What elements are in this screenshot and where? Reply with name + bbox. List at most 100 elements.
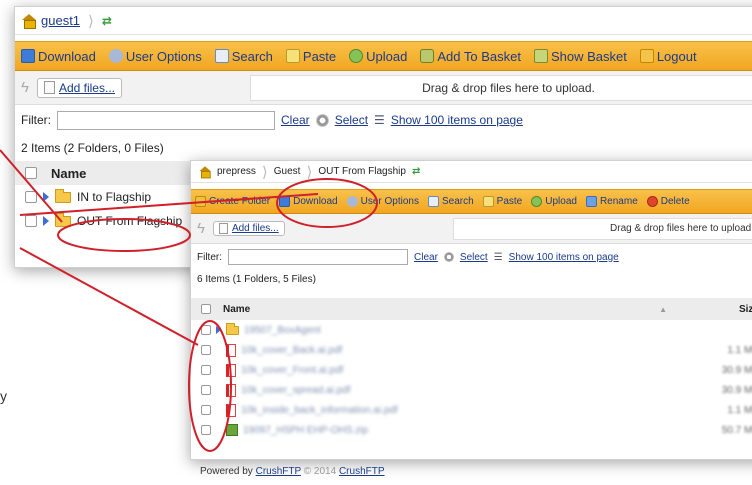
- row-checkbox[interactable]: [201, 365, 211, 375]
- table-header: Name: [15, 161, 190, 185]
- expand-arrow-icon[interactable]: [43, 192, 49, 202]
- row-name[interactable]: 19097_HSPH EHP-OHS.zip: [243, 425, 704, 436]
- row-checkbox[interactable]: [25, 215, 37, 227]
- rename-button[interactable]: Rename: [585, 196, 638, 207]
- breadcrumb-root-link[interactable]: prepress: [217, 166, 256, 177]
- list-icon: ☰: [493, 251, 503, 263]
- breadcrumb-user-link[interactable]: guest1: [41, 13, 80, 28]
- document-icon: [218, 223, 228, 234]
- folder-detail-window: prepress ⟩ Guest ⟩ OUT From Flagship ⇄ C…: [190, 160, 752, 460]
- main-toolbar: Download User Options Search Paste Uploa…: [15, 41, 752, 71]
- footer-brand-link[interactable]: CrushFTP: [256, 466, 301, 477]
- refresh-icon[interactable]: ⇄: [412, 166, 420, 177]
- select-link[interactable]: Select: [460, 252, 488, 263]
- table-row[interactable]: 19507_BoxAgent: [191, 320, 752, 340]
- breadcrumb-home[interactable]: prepress: [197, 165, 256, 179]
- show-items-link[interactable]: Show 100 items on page: [391, 113, 523, 127]
- upload-button[interactable]: Upload: [349, 49, 407, 64]
- bolt-icon: ϟ: [197, 220, 205, 237]
- add-files-link[interactable]: Add files...: [232, 223, 279, 234]
- rename-icon: [585, 196, 597, 207]
- table-row[interactable]: 10k_cover_Front.ai.pdf 30.9 MB: [191, 360, 752, 380]
- paste-button[interactable]: Paste: [285, 49, 336, 64]
- upload-bar: ϟ Add files... Drag & drop files here to…: [15, 71, 752, 105]
- row-name[interactable]: OUT From Flagship: [77, 214, 182, 228]
- row-name[interactable]: 10k_cover_spread.ai.pdf: [241, 385, 704, 396]
- table-row[interactable]: 10k_inside_back_information.ai.pdf 1.1 M…: [191, 400, 752, 420]
- row-checkbox[interactable]: [25, 191, 37, 203]
- drop-zone[interactable]: Drag & drop files here to upload.: [452, 217, 752, 240]
- drop-zone[interactable]: Drag & drop files here to upload.: [249, 74, 752, 101]
- show-items-link[interactable]: Show 100 items on page: [509, 252, 619, 263]
- row-checkbox[interactable]: [201, 425, 211, 435]
- user-options-button[interactable]: User Options: [346, 196, 419, 207]
- folder-icon: [226, 322, 239, 335]
- row-name[interactable]: 10k_cover_Back.ai.pdf: [241, 345, 704, 356]
- select-all-checkbox[interactable]: [201, 304, 211, 314]
- delete-button[interactable]: Delete: [646, 196, 690, 207]
- document-icon: [43, 81, 55, 94]
- row-checkbox[interactable]: [201, 345, 211, 355]
- row-checkbox[interactable]: [201, 325, 211, 335]
- search-button[interactable]: Search: [214, 48, 273, 64]
- select-all-checkbox[interactable]: [25, 167, 37, 179]
- row-name[interactable]: IN to Flagship: [77, 190, 151, 204]
- table-row[interactable]: 10k_cover_Back.ai.pdf 1.1 MB: [191, 340, 752, 360]
- drop-zone-text: Drag & drop files here to upload.: [422, 80, 595, 95]
- download-button[interactable]: Download: [279, 196, 338, 207]
- sort-arrow-icon[interactable]: ▲: [659, 305, 667, 314]
- breadcrumb-home[interactable]: guest1: [21, 13, 80, 29]
- breadcrumb-separator: ⟩: [88, 12, 94, 30]
- row-name[interactable]: 19507_BoxAgent: [244, 325, 704, 336]
- row-checkbox[interactable]: [201, 385, 211, 395]
- breadcrumb: guest1 ⟩ ⇄: [15, 7, 752, 35]
- breadcrumb-level2[interactable]: OUT From Flagship: [318, 166, 406, 177]
- expand-arrow-icon[interactable]: [216, 326, 221, 334]
- logout-label: Logout: [656, 48, 697, 64]
- pdf-file-icon: [226, 343, 236, 357]
- users-icon: [346, 196, 358, 207]
- upload-button[interactable]: Upload: [531, 196, 577, 207]
- items-summary: 6 Items (1 Folders, 5 Files): [197, 274, 316, 285]
- search-label: Search: [231, 48, 273, 64]
- table-row[interactable]: 19097_HSPH EHP-OHS.zip 50.7 MB: [191, 420, 752, 440]
- pdf-file-icon: [226, 383, 236, 397]
- search-button[interactable]: Search: [427, 196, 474, 207]
- row-size: 50.7 MB: [721, 424, 752, 436]
- logout-button[interactable]: Logout: [639, 48, 697, 64]
- table-row[interactable]: 10k_cover_spread.ai.pdf 30.9 MB: [191, 380, 752, 400]
- users-icon: [108, 49, 123, 63]
- add-to-basket-button[interactable]: Add To Basket: [420, 49, 521, 64]
- add-files-button[interactable]: Add files...: [212, 221, 285, 236]
- clear-filter-link[interactable]: Clear: [281, 113, 310, 127]
- basket-icon: [420, 49, 435, 63]
- download-button[interactable]: Download: [21, 49, 96, 64]
- column-size-header[interactable]: Size: [719, 304, 752, 315]
- filter-input[interactable]: [228, 249, 408, 265]
- table-header: Name ▲ Size: [191, 298, 752, 320]
- footer-brand-link-2[interactable]: CrushFTP: [339, 466, 385, 477]
- filter-input[interactable]: [57, 110, 275, 130]
- search-icon: [214, 49, 229, 63]
- create-folder-button[interactable]: Create Folder: [195, 196, 270, 207]
- column-name-header[interactable]: Name: [51, 166, 86, 181]
- filter-label: Filter:: [21, 113, 51, 127]
- refresh-icon[interactable]: ⇄: [102, 14, 112, 28]
- folder-icon: [55, 212, 71, 227]
- select-link[interactable]: Select: [335, 113, 368, 127]
- upload-label: Upload: [366, 48, 408, 64]
- row-name[interactable]: 10k_inside_back_information.ai.pdf: [241, 405, 704, 416]
- column-name-header[interactable]: Name: [223, 304, 647, 315]
- home-icon: [199, 166, 212, 179]
- row-checkbox[interactable]: [201, 405, 211, 415]
- clear-filter-link[interactable]: Clear: [414, 252, 438, 263]
- add-files-link[interactable]: Add files...: [59, 81, 115, 95]
- add-files-button[interactable]: Add files...: [36, 77, 122, 98]
- expand-arrow-icon[interactable]: [43, 216, 49, 226]
- user-options-button[interactable]: User Options: [108, 49, 202, 64]
- list-icon: ☰: [374, 113, 385, 127]
- row-name[interactable]: 10k_cover_Front.ai.pdf: [241, 365, 704, 376]
- show-basket-button[interactable]: Show Basket: [533, 49, 627, 64]
- paste-button[interactable]: Paste: [482, 196, 522, 207]
- breadcrumb-level1[interactable]: Guest: [274, 166, 301, 177]
